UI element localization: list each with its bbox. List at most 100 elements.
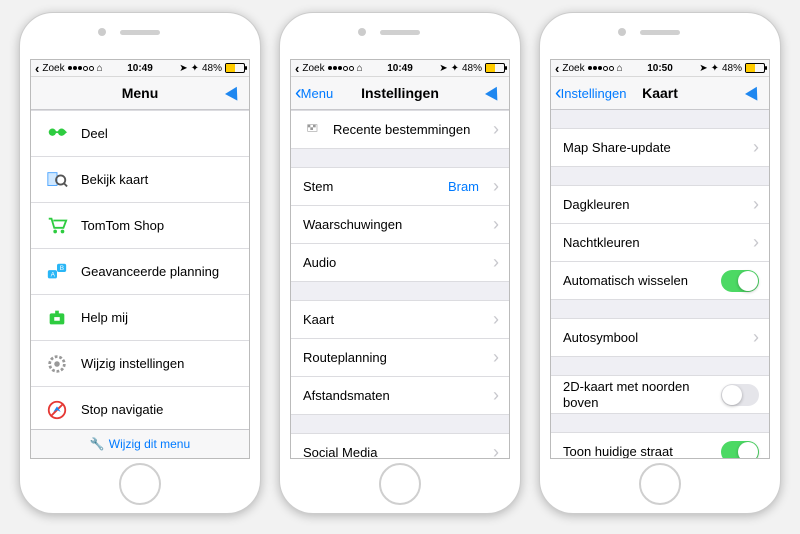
battery-icon — [745, 63, 765, 73]
edit-menu-button[interactable]: 🔧 Wijzig dit menu — [31, 429, 249, 458]
settings-item-routeplanning[interactable]: Routeplanning › — [291, 339, 509, 377]
map-settings-screen: ‹ Zoek ⌂ 10:50 ➤ ✦ 48% ‹Instellingen Kaa… — [550, 59, 770, 459]
chevron-right-icon: › — [753, 327, 759, 348]
settings-item-map[interactable]: Kaart › — [291, 300, 509, 339]
chevron-right-icon: › — [493, 442, 499, 459]
home-button[interactable] — [119, 463, 161, 505]
row-label: Toon huidige straat — [563, 444, 711, 459]
row-label: Stem — [303, 179, 438, 195]
phone-device-1: ‹ Zoek ⌂ 10:49 ➤ ✦ 48% Menu — [19, 12, 261, 514]
row-value: Bram — [448, 179, 479, 194]
menu-item-share[interactable]: Deel — [31, 110, 249, 157]
chevron-right-icon: › — [493, 176, 499, 197]
settings-item-audio[interactable]: Audio › — [291, 244, 509, 282]
menu-item-stop-nav[interactable]: Stop navigatie — [31, 387, 249, 433]
menu-label: Geavanceerde planning — [81, 264, 239, 280]
toggle-auto-switch[interactable] — [721, 270, 759, 292]
chevron-right-icon: › — [493, 252, 499, 273]
back-button[interactable]: ‹Menu — [295, 83, 333, 103]
settings-item-warnings[interactable]: Waarschuwingen › — [291, 206, 509, 244]
row-label: Kaart — [303, 312, 483, 328]
phone-device-2: ‹ Zoek ⌂ 10:49 ➤ ✦ 48% ‹Menu Instellinge… — [279, 12, 521, 514]
menu-label: Wijzig instellingen — [81, 356, 239, 372]
map-item-mapshare[interactable]: Map Share-update › — [551, 128, 769, 167]
map-item-show-street[interactable]: Toon huidige straat — [551, 432, 769, 459]
stop-nav-icon — [43, 399, 71, 421]
phone-device-3: ‹ Zoek ⌂ 10:50 ➤ ✦ 48% ‹Instellingen Kaa… — [539, 12, 781, 514]
location-arrow-icon[interactable] — [227, 86, 241, 101]
row-label: Dagkleuren — [563, 197, 743, 213]
chevron-right-icon: › — [753, 137, 759, 158]
wrench-icon: 🔧 — [90, 437, 105, 451]
menu-screen: ‹ Zoek ⌂ 10:49 ➤ ✦ 48% Menu — [30, 59, 250, 459]
settings-item-recent[interactable]: Recente bestemmingen › — [291, 110, 509, 149]
menu-label: Deel — [81, 126, 239, 142]
menu-label: TomTom Shop — [81, 218, 239, 234]
gear-icon — [43, 353, 71, 375]
map-item-night-colors[interactable]: Nachtkleuren › — [551, 224, 769, 262]
map-item-2d-north-up[interactable]: 2D-kaart met noorden boven — [551, 375, 769, 414]
menu-label: Stop navigatie — [81, 402, 239, 418]
status-bar: ‹ Zoek ⌂ 10:49 ➤ ✦ 48% — [291, 60, 509, 77]
menu-label: Bekijk kaart — [81, 172, 239, 188]
clock: 10:49 — [291, 63, 509, 74]
row-label: Map Share-update — [563, 140, 743, 156]
menu-label: Help mij — [81, 310, 239, 326]
row-label: 2D-kaart met noorden boven — [563, 379, 711, 410]
battery-icon — [225, 63, 245, 73]
row-label: Automatisch wisselen — [563, 273, 711, 289]
share-icon — [43, 123, 71, 145]
chevron-right-icon: › — [753, 194, 759, 215]
menu-item-shop[interactable]: TomTom Shop — [31, 203, 249, 249]
row-label: Nachtkleuren — [563, 235, 743, 251]
nav-bar: ‹Instellingen Kaart — [551, 77, 769, 110]
menu-item-settings[interactable]: Wijzig instellingen — [31, 341, 249, 387]
svg-text:A: A — [51, 271, 56, 278]
location-arrow-icon[interactable] — [487, 86, 501, 101]
page-title: Kaart — [642, 85, 678, 101]
toolbar-label: Wijzig dit menu — [109, 437, 190, 451]
chevron-right-icon: › — [753, 232, 759, 253]
chevron-right-icon: › — [493, 347, 499, 368]
chevron-right-icon: › — [493, 385, 499, 406]
svg-text:B: B — [60, 265, 64, 272]
settings-item-distance-units[interactable]: Afstandsmaten › — [291, 377, 509, 415]
nav-bar: ‹Menu Instellingen — [291, 77, 509, 110]
toggle-show-street[interactable] — [721, 441, 759, 460]
help-icon — [43, 307, 71, 329]
chevron-right-icon: › — [493, 119, 499, 140]
row-label: Recente bestemmingen — [333, 122, 483, 138]
settings-item-voice[interactable]: Stem Bram › — [291, 167, 509, 206]
settings-screen: ‹ Zoek ⌂ 10:49 ➤ ✦ 48% ‹Menu Instellinge… — [290, 59, 510, 459]
map-item-auto-switch[interactable]: Automatisch wisselen — [551, 262, 769, 300]
nav-bar: Menu — [31, 77, 249, 110]
menu-item-advanced-planning[interactable]: AB Geavanceerde planning — [31, 249, 249, 295]
map-search-icon — [43, 169, 71, 191]
row-label: Afstandsmaten — [303, 388, 483, 404]
page-title: Menu — [122, 85, 159, 101]
route-ab-icon: AB — [43, 261, 71, 283]
clock: 10:50 — [551, 63, 769, 74]
back-button[interactable]: ‹Instellingen — [555, 83, 626, 103]
status-bar: ‹ Zoek ⌂ 10:50 ➤ ✦ 48% — [551, 60, 769, 77]
home-button[interactable] — [639, 463, 681, 505]
menu-item-help[interactable]: Help mij — [31, 295, 249, 341]
row-label: Social Media — [303, 445, 483, 459]
menu-item-view-map[interactable]: Bekijk kaart — [31, 157, 249, 203]
chevron-right-icon: › — [493, 309, 499, 330]
row-label: Autosymbool — [563, 330, 743, 346]
status-bar: ‹ Zoek ⌂ 10:49 ➤ ✦ 48% — [31, 60, 249, 77]
location-arrow-icon[interactable] — [747, 86, 761, 101]
home-button[interactable] — [379, 463, 421, 505]
clock: 10:49 — [31, 63, 249, 74]
row-label: Audio — [303, 255, 483, 271]
row-label: Waarschuwingen — [303, 217, 483, 233]
toggle-2d-north[interactable] — [721, 384, 759, 406]
chevron-right-icon: › — [493, 214, 499, 235]
flag-icon — [303, 122, 323, 138]
map-item-day-colors[interactable]: Dagkleuren › — [551, 185, 769, 224]
map-item-car-symbol[interactable]: Autosymbool › — [551, 318, 769, 357]
row-label: Routeplanning — [303, 350, 483, 366]
settings-item-social[interactable]: Social Media › — [291, 433, 509, 459]
battery-icon — [485, 63, 505, 73]
